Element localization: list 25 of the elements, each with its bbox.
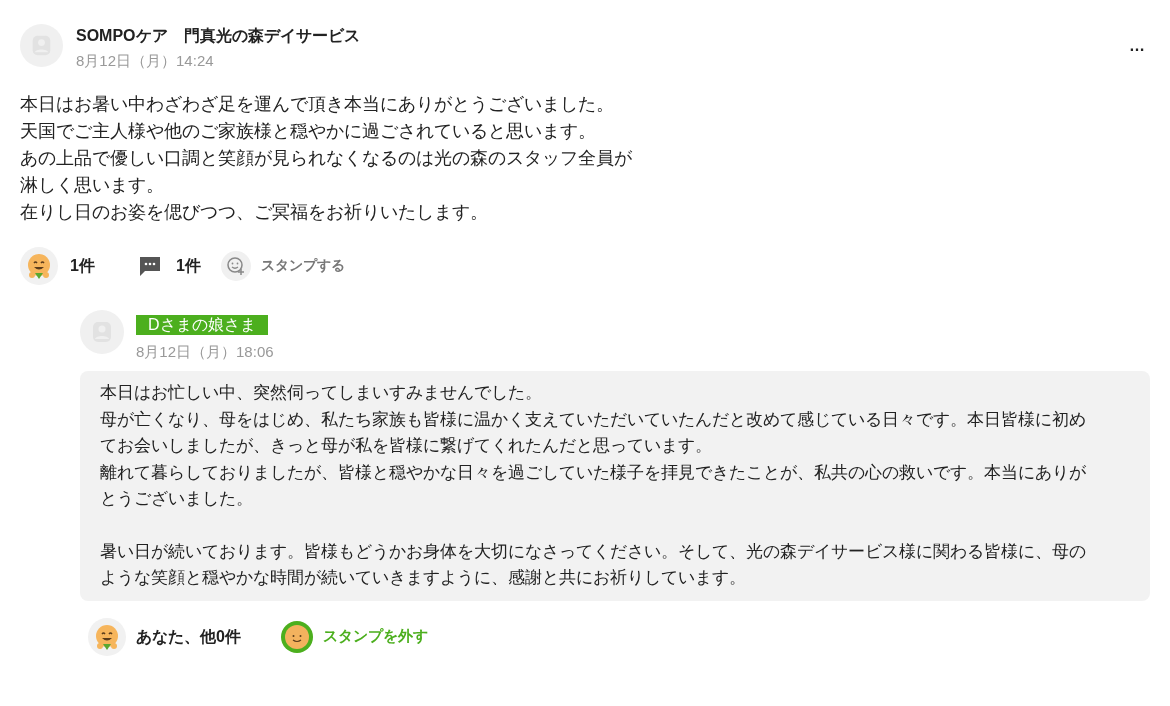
author-name: SOMPOケア 門真光の森デイサービス bbox=[76, 26, 360, 46]
remove-stamp-button[interactable]: スタンプを外す bbox=[280, 620, 428, 653]
message-text: 在りし日のお姿を偲びつつ、ご冥福をお祈りいたします。 bbox=[20, 200, 489, 224]
smiley-icon bbox=[280, 620, 313, 653]
hugging-face-icon bbox=[20, 246, 58, 285]
hugging-face-icon bbox=[88, 617, 126, 656]
reaction-count: 1件 bbox=[70, 255, 96, 276]
add-smiley-icon bbox=[220, 250, 251, 281]
message-text: 離れて暮らしておりましたが、皆様と穏やかな日々を過ごしていた様子を拝見できたことが、私共の心の救いです。本当にありがとうございました。 bbox=[100, 461, 1087, 509]
avatar-icon bbox=[80, 309, 124, 354]
message-text: 暑い日が続いております。皆様もどうかお身体を大切になさってください。そして、光の森デイサービス様に関わる皆様に、母のような笑顔と穏やかな時間が続いていきますように、感謝と共にお祈りしています。 bbox=[100, 540, 1087, 588]
message-text: あの上品で優しい口調と笑顔が見られなくなるのは光の森のスタッフ全員が bbox=[20, 146, 633, 170]
stamp-button[interactable]: スタンプする bbox=[220, 250, 345, 281]
avatar-icon bbox=[20, 24, 63, 67]
reaction-count: あなた、他0件 bbox=[136, 626, 241, 648]
more-button[interactable]: … bbox=[1129, 38, 1146, 54]
author-tag: Dさまの娘さま bbox=[136, 314, 268, 335]
comment-count: 1件 bbox=[176, 255, 201, 276]
message-text: 本日はお忙しい中、突然伺ってしまいすみませんでした。 bbox=[100, 382, 543, 403]
message-text: 天国でご主人様や他のご家族様と穏やかに過ごされていると思います。 bbox=[20, 119, 597, 143]
message-text: 母が亡くなり、母をはじめ、私たち家族も皆様に温かく支えていただいていたんだと改めて感じている日々です。本日皆様に初めてお会いしましたが、きっと母が私を皆様に繋げてくれたんだと思っています。 bbox=[100, 408, 1087, 456]
message-text: 本日はお暑い中わざわざ足を運んで頂き本当にありがとうございました。 bbox=[20, 92, 615, 116]
message-text: 淋しく思います。 bbox=[20, 173, 165, 197]
post-date: 8月12日（月）14:24 bbox=[76, 51, 215, 71]
reply-date: 8月12日（月）18:06 bbox=[136, 341, 274, 362]
